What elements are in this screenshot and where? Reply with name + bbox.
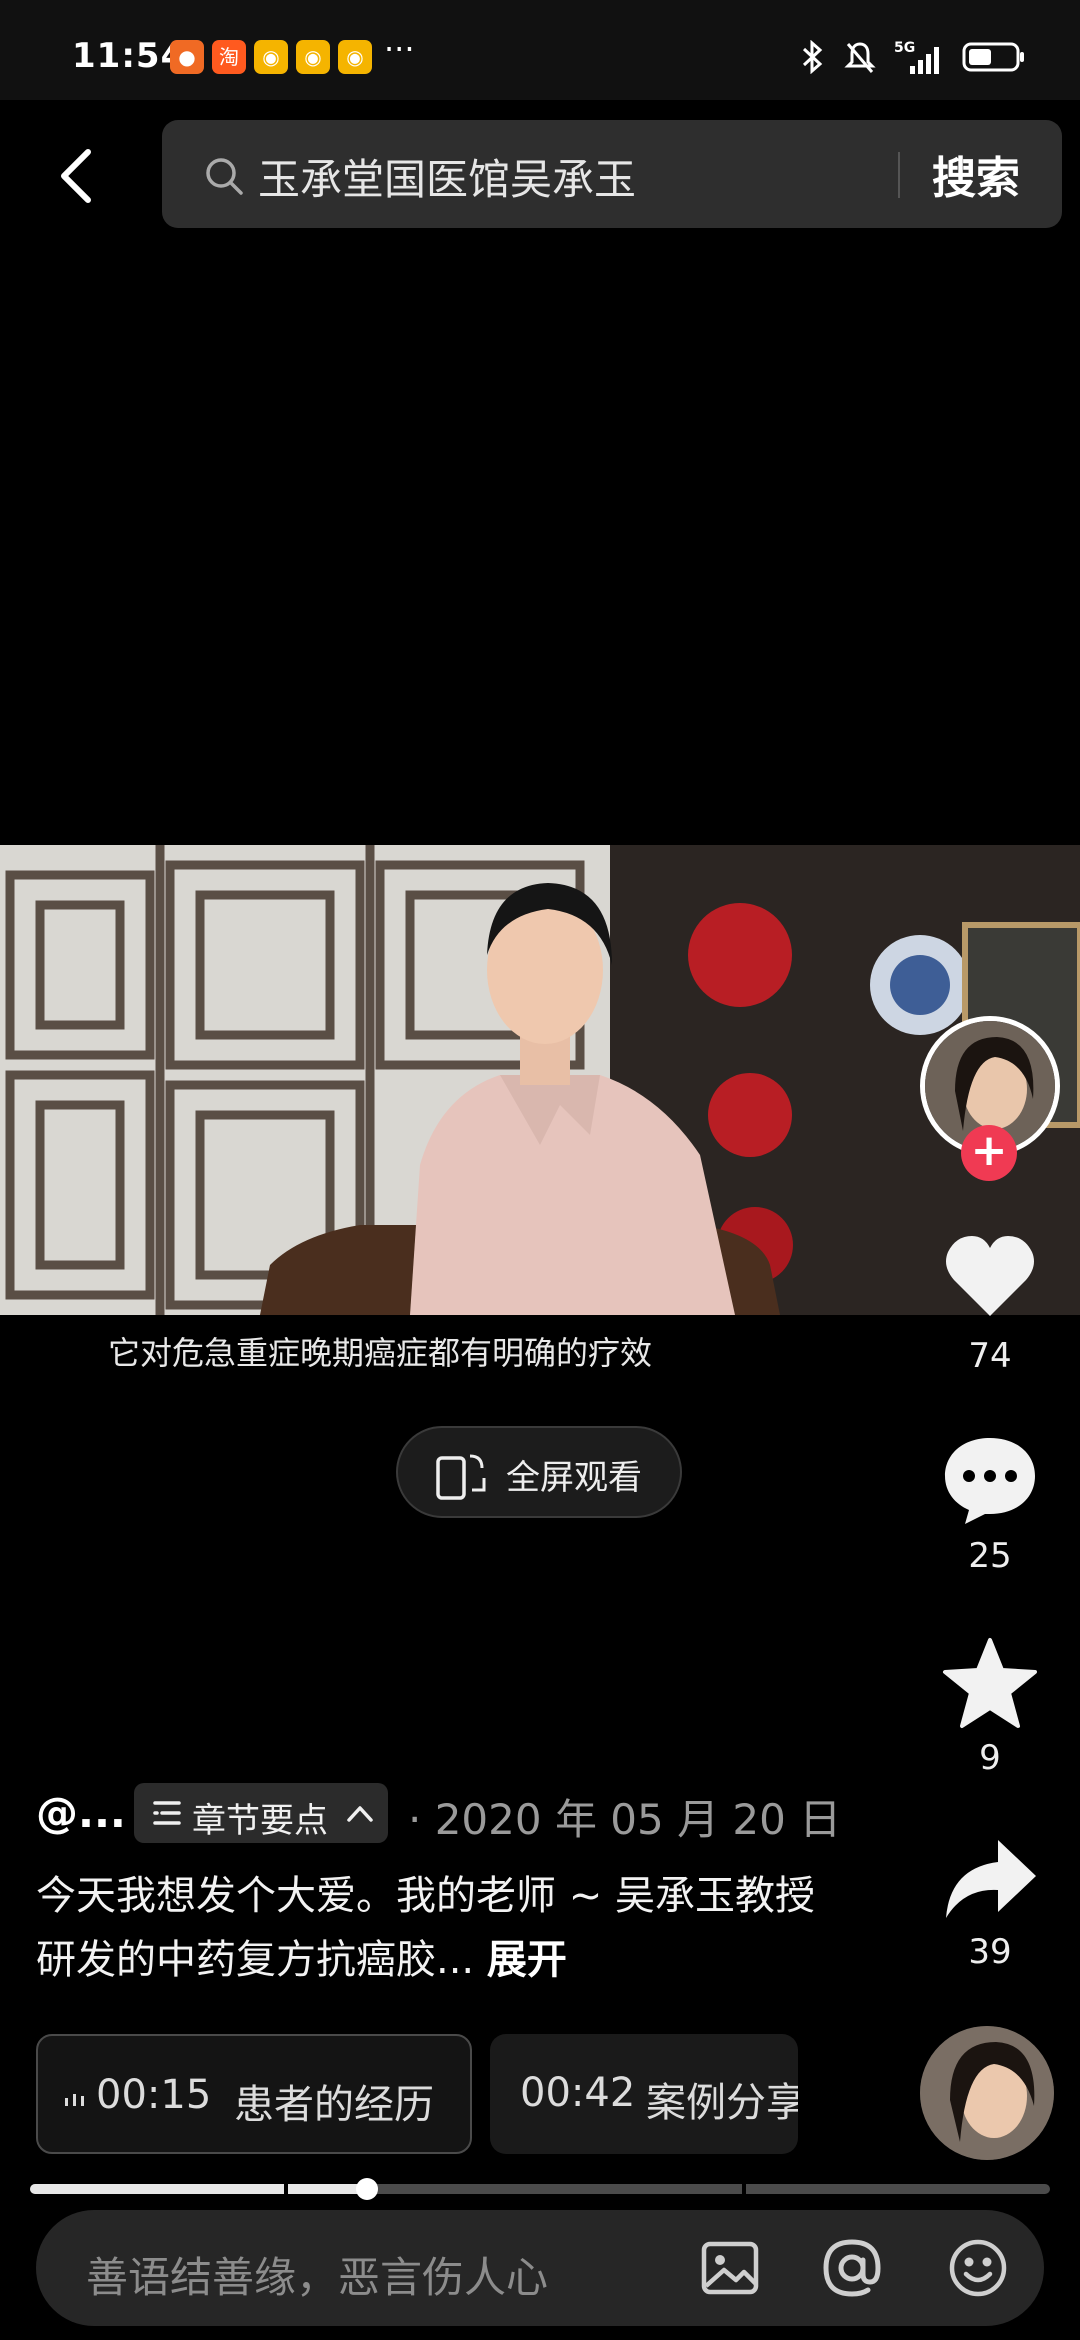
progress-played (30, 2184, 367, 2194)
chapter-marker (742, 2184, 746, 2194)
share-button[interactable] (940, 1836, 1040, 1926)
star-icon (943, 1638, 1037, 1728)
mention-icon[interactable] (820, 2236, 884, 2300)
search-icon (206, 158, 243, 195)
chapter-highlights-button[interactable]: 章节要点 (134, 1783, 388, 1843)
chevron-up-icon (347, 1806, 373, 1822)
video-player[interactable] (0, 845, 1080, 1315)
comment-bubble-icon (945, 1438, 1035, 1524)
description-text: 今天我想发个大爱。我的老师 ~ 吴承玉教授研发的中药复方抗癌胶... (36, 1873, 815, 1983)
publish-date: · 2020 年 05 月 20 日 (408, 1795, 842, 1844)
chapter-time: 00:42 (520, 2070, 636, 2116)
avatar-image (920, 2026, 1054, 2160)
heart-icon (946, 1236, 1034, 1316)
audio-bars-icon (65, 2094, 84, 2106)
list-icon (153, 1801, 181, 1825)
back-button[interactable] (56, 148, 96, 204)
chapter-item[interactable]: 00:15 患者的经历 (36, 2034, 472, 2154)
like-count: 74 (968, 1336, 1012, 1376)
chapter-title: 案例分享 (646, 2080, 798, 2126)
battery-icon (962, 42, 1024, 72)
comment-button[interactable] (940, 1434, 1040, 1530)
video-subtitle: 它对危急重症晚期癌症都有明确的疗效 (108, 1334, 653, 1372)
bluetooth-icon (802, 40, 823, 74)
comment-count: 25 (968, 1536, 1012, 1576)
like-button[interactable] (940, 1232, 1040, 1324)
chapter-time: 00:15 (96, 2072, 212, 2118)
share-arrow-icon (946, 1840, 1036, 1918)
video-frame (0, 845, 1080, 1315)
status-bar: 11:54 ● 淘 ◉ ◉ ◉ ··· 5G (0, 0, 1080, 100)
mute-icon (844, 42, 876, 73)
taobao-notification-icon: 淘 (212, 40, 246, 74)
comment-input[interactable]: 善语结善缘，恶言伤人心 (86, 2244, 548, 2305)
weibo-notification-icon: ◉ (296, 40, 330, 74)
expand-link[interactable]: 展开 (487, 1937, 567, 1983)
weibo-notification-icon: ◉ (254, 40, 288, 74)
follow-button[interactable]: + (961, 1125, 1017, 1181)
search-bar[interactable]: 玉承堂国医馆吴承玉 搜索 (162, 120, 1062, 228)
favorite-button[interactable] (940, 1636, 1040, 1734)
system-indicators: 5G (800, 40, 1026, 74)
video-description[interactable]: 今天我想发个大爱。我的老师 ~ 吴承玉教授研发的中药复方抗癌胶... 展开 (36, 1864, 836, 1992)
signal-icon: 5G (894, 40, 944, 74)
chapter-item[interactable]: 00:42 案例分享 (490, 2034, 798, 2154)
more-notifications-icon: ··· (384, 30, 415, 68)
fullscreen-label: 全屏观看 (506, 1458, 642, 1498)
emoji-icon[interactable] (946, 2236, 1010, 2300)
chapter-title: 患者的经历 (234, 2082, 434, 2128)
image-icon[interactable] (698, 2236, 762, 2300)
favorite-count: 9 (979, 1738, 1001, 1778)
search-divider (898, 152, 900, 198)
music-disc-avatar[interactable] (920, 2026, 1054, 2160)
rotate-phone-icon (436, 1454, 486, 1500)
comment-bar[interactable]: 善语结善缘，恶言伤人心 (36, 2210, 1044, 2326)
fullscreen-button[interactable]: 全屏观看 (396, 1426, 682, 1518)
progress-handle[interactable] (356, 2178, 378, 2200)
search-input[interactable]: 玉承堂国医馆吴承玉 (258, 146, 636, 207)
clock: 11:54 (72, 36, 186, 76)
chapter-marker (284, 2184, 288, 2194)
author-name[interactable]: @... (36, 1788, 126, 1837)
back-arrow-icon (61, 149, 91, 203)
search-button[interactable]: 搜索 (932, 142, 1020, 206)
app-notification-icon: ● (170, 40, 204, 74)
share-count: 39 (968, 1932, 1012, 1972)
weibo-notification-icon: ◉ (338, 40, 372, 74)
chapter-highlights-label: 章节要点 (192, 1801, 328, 1841)
